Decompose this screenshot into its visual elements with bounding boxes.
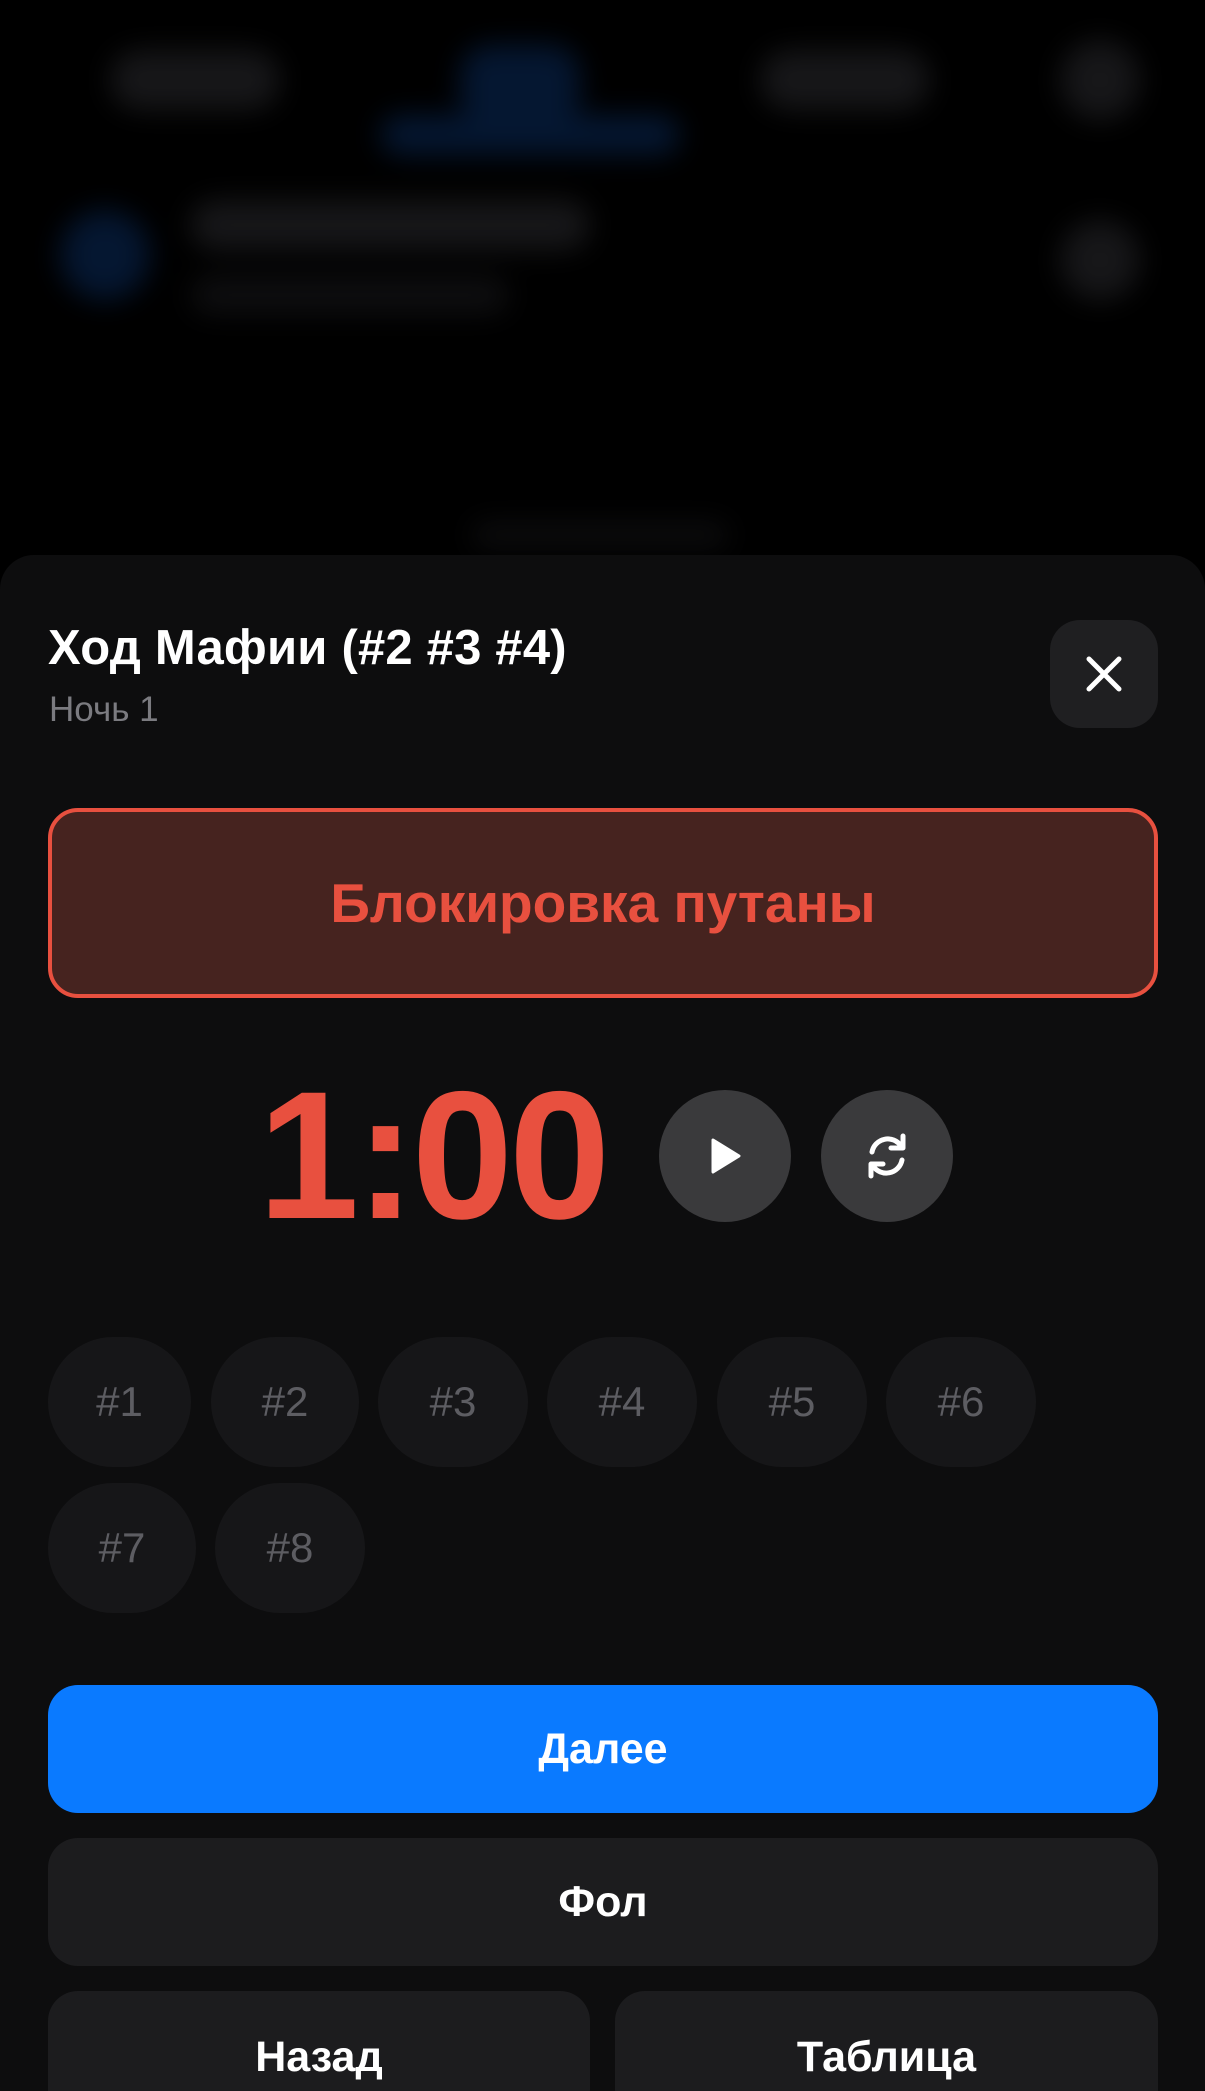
player-chip-8[interactable]: #8 [215,1483,365,1613]
phase-label: Блокировка путаны [330,872,876,934]
refresh-icon [868,1133,906,1179]
background-blur-block [1060,220,1140,300]
back-button[interactable]: Назад [48,1991,590,2091]
background-blur-block [110,50,280,110]
player-chip-4[interactable]: #4 [547,1337,697,1467]
play-icon [711,1138,741,1174]
sheet-subtitle: Ночь 1 [49,690,159,729]
table-button[interactable]: Таблица [615,1991,1158,2091]
screen: Ход Мафии (#2 #3 #4) Ночь 1 Блокировка п… [0,0,1205,2091]
phase-banner: Блокировка путаны [48,808,1158,998]
background-blur-block [760,50,930,110]
background-blur-block [470,520,730,550]
next-button[interactable]: Далее [48,1685,1158,1813]
background-app [0,0,1205,560]
background-blur-block [190,200,590,250]
background-blur-block [60,210,150,300]
sheet-title: Ход Мафии (#2 #3 #4) [48,621,567,675]
background-blur-block [1060,40,1140,120]
play-button[interactable] [659,1090,791,1222]
foul-button[interactable]: Фол [48,1838,1158,1966]
reset-button[interactable] [821,1090,953,1222]
player-chip-6[interactable]: #6 [886,1337,1036,1467]
background-blur-block [380,115,680,155]
timer-display: 1:00 [258,1053,610,1257]
close-icon [1086,656,1122,692]
player-chip-5[interactable]: #5 [717,1337,867,1467]
player-chip-1[interactable]: #1 [48,1337,191,1467]
close-button[interactable] [1050,620,1158,728]
background-blur-block [190,275,510,315]
background-blur-block [460,45,580,125]
player-chip-7[interactable]: #7 [48,1483,196,1613]
player-chip-3[interactable]: #3 [378,1337,528,1467]
player-chip-2[interactable]: #2 [211,1337,359,1467]
